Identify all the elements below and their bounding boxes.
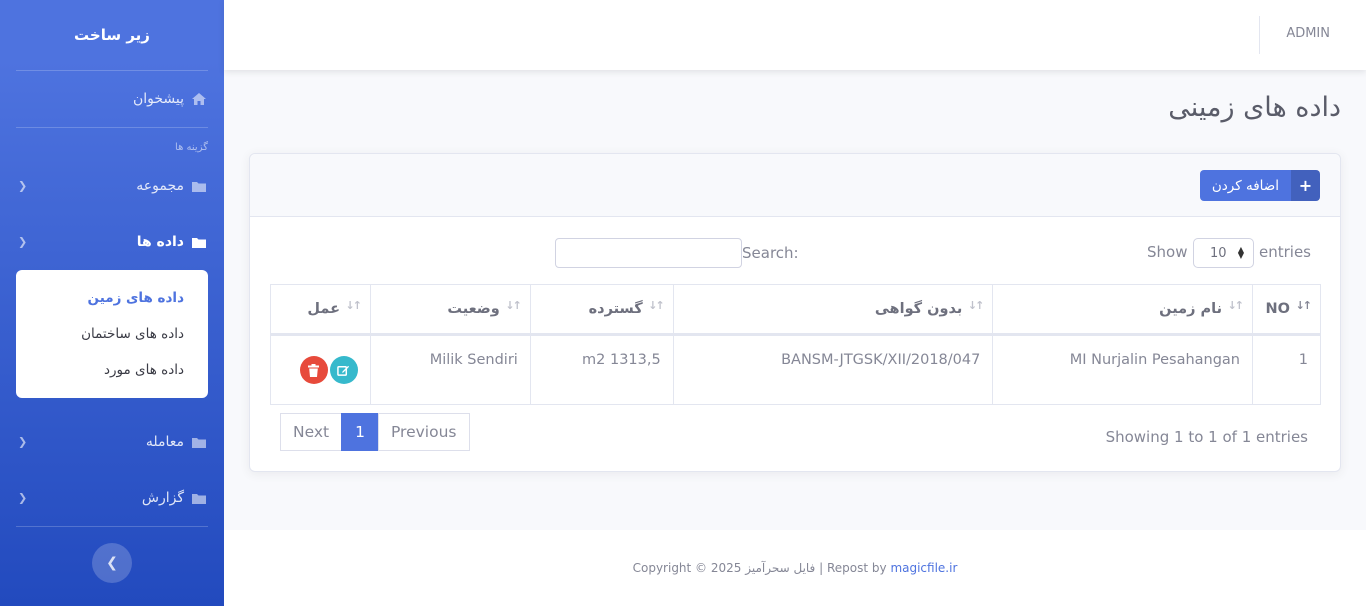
sort-icon: ↑↓ [967,299,985,312]
select-arrows-icon: ▲ ▼ [1237,245,1244,260]
table-header-row: NO ↑↓ نام زمین ↑↓ بدون گواهی ↑↓ گسترده ↑↓ وض… [270,284,1321,336]
sidebar-item-label: معامله [145,434,184,450]
sidebar-item-label: داده ها [136,234,184,250]
submenu-item-land-data[interactable]: داده های زمین [16,280,208,316]
cell-no: 1 [1252,334,1321,405]
topbar-divider [1259,16,1260,54]
submenu-item-item-data[interactable]: داده های مورد [16,352,208,388]
pagination-previous[interactable]: Previous [377,413,470,451]
chevron-down-icon: ❮ [18,235,28,249]
sort-icon: ↑↓ [1227,299,1245,312]
edit-button[interactable] [329,356,358,384]
sidebar-item-transaction[interactable]: معامله ❮ [0,414,224,470]
chevron-left-icon: ❮ [18,179,28,193]
entries-label: entries [1259,243,1311,261]
sidebar-item-report[interactable]: گزارش ❮ [0,470,224,526]
footer-copyright: Copyright © 2025 فایل سحرآمیز | Repost b… [632,561,887,575]
folder-icon [190,491,208,505]
sidebar-item-label: گزارش [141,490,184,506]
sort-icon: ↑↓ [505,299,522,312]
sidebar-heading: گزینه ها [175,142,208,153]
table-info: Showing 1 to 1 of 1 entries [1105,428,1308,446]
sidebar-item-label: پیشخوان [132,91,184,107]
show-label: Show [1147,243,1188,261]
sidebar-item-collection[interactable]: مجموعه ❮ [0,158,224,214]
sort-icon: ↑↓ [648,299,665,312]
sidebar-submenu: داده های زمین داده های ساختمان داده های … [16,270,208,398]
pagination-next[interactable]: Next [280,413,343,451]
folder-icon [190,179,208,193]
page-title: داده های زمینی [1168,92,1341,123]
plus-icon: + [1291,170,1320,201]
table-row: 1 MI Nurjalin Pesahangan BANSM-JTGSK/XII… [270,334,1321,405]
search-input[interactable] [555,238,742,268]
add-button[interactable]: + اضافه کردن [1199,170,1320,201]
delete-button[interactable] [299,356,328,384]
pagination-page-1[interactable]: 1 [341,413,379,451]
sidebar-item-dashboard[interactable]: پیشخوان [0,71,224,127]
column-header-certificate[interactable]: بدون گواهی ↑↓ [672,284,994,336]
submenu-item-building-data[interactable]: داده های ساختمان [16,316,208,352]
sort-icon: ↑↓ [345,299,363,312]
chevron-left-icon: ❮ [18,435,28,449]
land-data-table: NO ↑↓ نام زمین ↑↓ بدون گواهی ↑↓ گسترده ↑↓ وض… [270,284,1321,405]
chevron-left-icon: ❮ [18,491,28,505]
pagination: Next 1 Previous [280,413,470,451]
cell-certificate: BANSM-JTGSK/XII/2018/047 [672,334,994,405]
folder-icon [190,435,208,449]
sidebar-toggle-button[interactable]: ❯ [92,543,132,583]
cell-land-name: MI Nurjalin Pesahangan [992,334,1254,405]
footer: Copyright © 2025 فایل سحرآمیز | Repost b… [224,530,1366,606]
entries-length-select[interactable]: 10 ▲ ▼ [1193,238,1254,268]
topbar: ADMIN [224,0,1366,70]
sort-icon: ↑↓ [1295,299,1313,312]
search-label: Search: [742,244,799,262]
column-header-no[interactable]: NO ↑↓ [1252,284,1321,336]
column-header-status[interactable]: وضعیت ↑↓ [369,284,531,336]
trash-icon [308,363,320,377]
column-header-action[interactable]: عمل ↑↓ [270,284,371,336]
edit-icon [337,365,350,376]
home-icon [190,92,208,106]
cell-actions [270,334,371,405]
folder-icon [190,235,208,249]
sidebar-item-data[interactable]: داده ها ❮ [0,214,224,270]
sidebar: زیر ساخت پیشخوان گزینه ها مجموعه ❮ داده … [0,0,224,606]
cell-status: Milik Sendiri [369,334,531,405]
sidebar-brand[interactable]: زیر ساخت [0,0,224,70]
user-menu[interactable]: ADMIN [1286,26,1330,41]
cell-area: m2 1313,5 [529,334,674,405]
card-header: + اضافه کردن [250,154,1340,217]
data-card: + اضافه کردن Show 10 ▲ ▼ entries Search: … [249,153,1341,472]
sidebar-item-label: مجموعه [136,178,184,194]
column-header-area[interactable]: گسترده ↑↓ [529,284,674,336]
column-header-land-name[interactable]: نام زمین ↑↓ [992,284,1254,336]
chevron-right-icon: ❯ [106,555,118,571]
footer-link[interactable]: magicfile.ir [890,561,957,575]
